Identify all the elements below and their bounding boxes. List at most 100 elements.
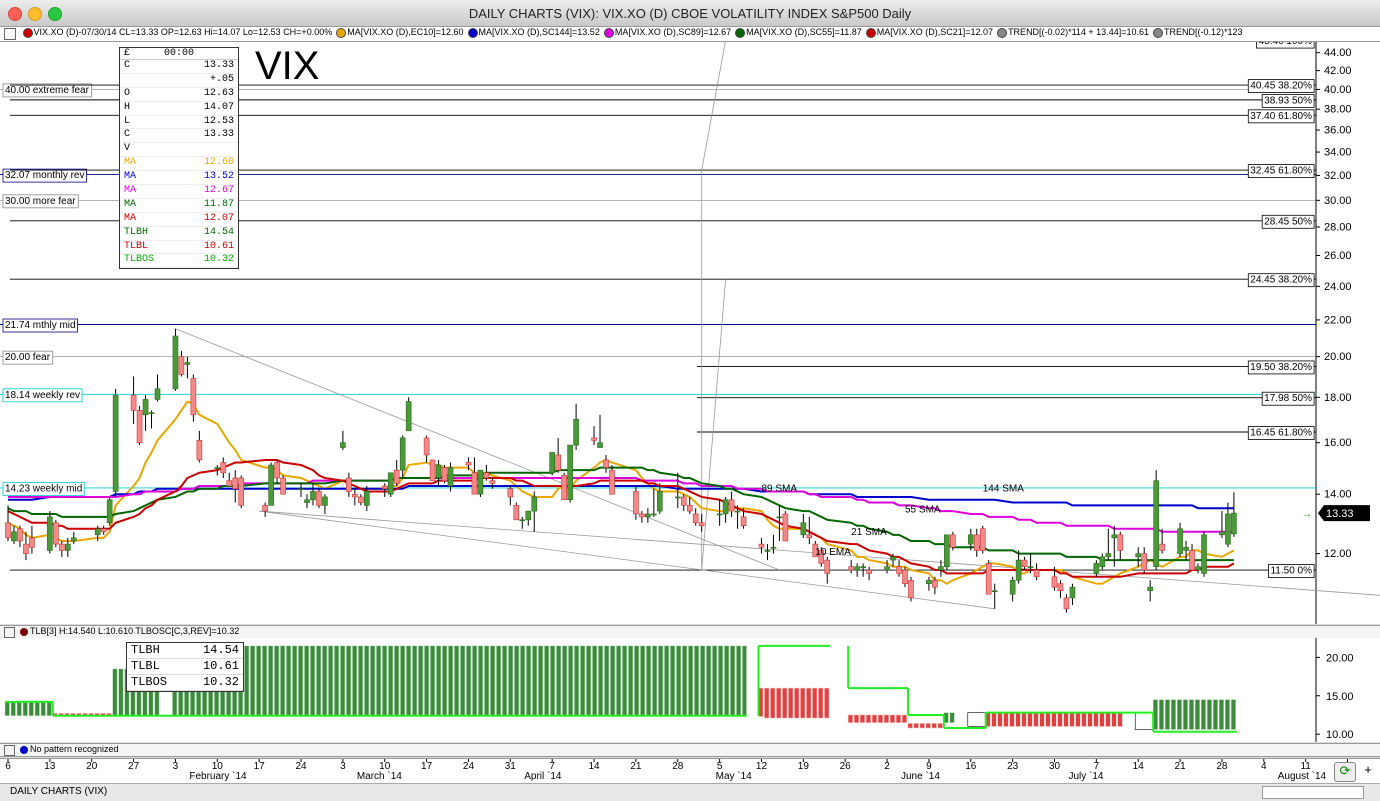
candle-body <box>1021 559 1028 567</box>
level-label: 24.45 38.20% <box>1250 275 1312 286</box>
data-window-key: MA <box>124 212 137 224</box>
tlb-bar <box>388 645 394 716</box>
candle-body <box>465 462 472 466</box>
candle-body <box>322 496 328 506</box>
info-item-text: MA[VIX.XO (D),SC55]=11.87 <box>746 27 862 37</box>
tlb-bar <box>736 645 742 716</box>
candle-body <box>316 491 322 506</box>
data-window-key: O <box>124 87 131 99</box>
candle-body <box>274 462 280 479</box>
tlb-block <box>4 701 52 716</box>
candle-body <box>1093 563 1100 574</box>
tlb-bar <box>556 645 562 716</box>
zoom-in-button[interactable]: + <box>1360 762 1376 780</box>
info-item: MA[VIX.XO (D),SC55]=11.87 <box>735 27 864 38</box>
level-label: 21.74 mthly mid <box>5 320 76 331</box>
candle-body <box>358 496 364 503</box>
tlb-bar <box>562 645 568 716</box>
x-tick-label: 28 <box>1216 761 1228 772</box>
tlb-bar <box>1003 712 1009 727</box>
data-window-value: 13.52 <box>203 171 234 183</box>
tlb-bar <box>22 701 28 716</box>
candle-body <box>698 522 705 527</box>
horizontal-scrollbar[interactable] <box>1262 786 1364 799</box>
pattern-strip: No pattern recognized <box>0 743 1380 757</box>
candle-body <box>5 522 11 539</box>
tlb-bar <box>526 645 532 716</box>
info-item: MA[VIX.XO (D),SC89]=12.67 <box>603 27 733 38</box>
candle-body <box>1147 586 1153 591</box>
y-tick-label: 22.00 <box>1324 314 1352 326</box>
tlb-bar <box>484 645 490 716</box>
tlb-bar <box>913 723 919 729</box>
window-title: DAILY CHARTS (VIX): VIX.XO (D) CBOE VOLA… <box>468 6 912 21</box>
y-tick-label: 18.00 <box>1324 392 1352 404</box>
candle-body <box>884 566 890 571</box>
tlb-bar <box>118 668 124 716</box>
data-window-row: L 12.53 <box>120 116 238 130</box>
x-tick-label: 23 <box>1007 761 1019 772</box>
date-axis[interactable]: 6 13 20 27 3 February `14 10 17 24 3 March `14 10 17… <box>0 758 1380 783</box>
candle-body <box>1063 597 1070 610</box>
tlb-bar <box>358 645 364 716</box>
candle-body <box>381 485 388 490</box>
tlb-bar <box>800 687 806 719</box>
ma-annotation: 10 EMA <box>815 547 851 558</box>
tlb-bar <box>742 645 747 716</box>
tlb-bar <box>859 714 865 723</box>
candle-body <box>938 566 944 571</box>
info-item: MA[VIX.XO (D),SC21]=12.07 <box>865 27 995 38</box>
tlb-bar <box>883 714 889 723</box>
candle-body <box>800 522 807 536</box>
tlb-bar <box>406 645 412 716</box>
tlb-bar <box>806 687 812 719</box>
candle-body <box>1099 556 1106 567</box>
tlb-bar <box>544 645 550 716</box>
level-label: 30.00 more fear <box>5 196 76 207</box>
tlb-bar <box>682 645 688 716</box>
data-window-row: TLBH 14.54 <box>120 227 238 241</box>
tlb-icon <box>20 627 28 636</box>
data-window-value: 12.67 <box>203 185 234 197</box>
refresh-icon[interactable]: ⟳ <box>1334 762 1356 782</box>
info-item: TREND[(-0.12)*123 <box>1152 27 1245 38</box>
y-tick-label: 24.00 <box>1324 281 1352 293</box>
tlb-bar <box>472 645 478 716</box>
tlb-bar <box>490 645 496 716</box>
level-label: 40.45 38.20% <box>1250 81 1312 92</box>
candle-body <box>393 469 400 484</box>
candle-body <box>507 488 514 498</box>
candle-body <box>471 472 478 495</box>
last-price-label: 13.33 <box>1326 508 1354 520</box>
info-item-text: TREND[(-0.12)*123 <box>1163 27 1243 37</box>
tlb-block <box>1134 712 1154 730</box>
tlb-bar <box>244 645 250 716</box>
collapse-icon[interactable] <box>4 28 16 40</box>
tlb-bar <box>1087 712 1093 727</box>
tlb-bar <box>1111 712 1117 727</box>
candle-body <box>860 566 866 568</box>
tlb-bar <box>628 645 634 716</box>
tlb-bar <box>712 645 718 716</box>
tlb-panel[interactable]: 10.00 15.00 20.00 TLBH 14.54 TLBL 10.61 TLBOS 1… <box>0 638 1380 742</box>
candle-body <box>489 480 496 484</box>
level-label: 14.23 weekly mid <box>5 483 82 494</box>
candle-body <box>280 477 286 495</box>
tlb-bar <box>997 712 1003 727</box>
y-tick-label: 30.00 <box>1324 195 1352 207</box>
tlb-bar <box>508 645 514 716</box>
candle-body <box>1057 583 1064 591</box>
candle-body <box>1069 586 1076 599</box>
data-window-key: C <box>124 129 131 141</box>
candle-body <box>214 467 221 469</box>
tlb-bar <box>40 701 46 716</box>
tlb-bar <box>889 714 895 723</box>
data-window-key: MA <box>124 198 137 210</box>
price-chart-panel[interactable]: 12.00 14.00 16.00 18.00 20.00 22.00 24.00 26.00… <box>0 42 1380 624</box>
data-window-value: 13.33 <box>203 60 234 71</box>
tlb-bar <box>776 687 782 719</box>
collapse-icon[interactable] <box>4 627 15 638</box>
candle-body <box>758 543 765 548</box>
collapse-icon[interactable] <box>4 745 15 756</box>
info-item-text: MA[VIX.XO (D),EC10]=12.60 <box>347 27 464 37</box>
